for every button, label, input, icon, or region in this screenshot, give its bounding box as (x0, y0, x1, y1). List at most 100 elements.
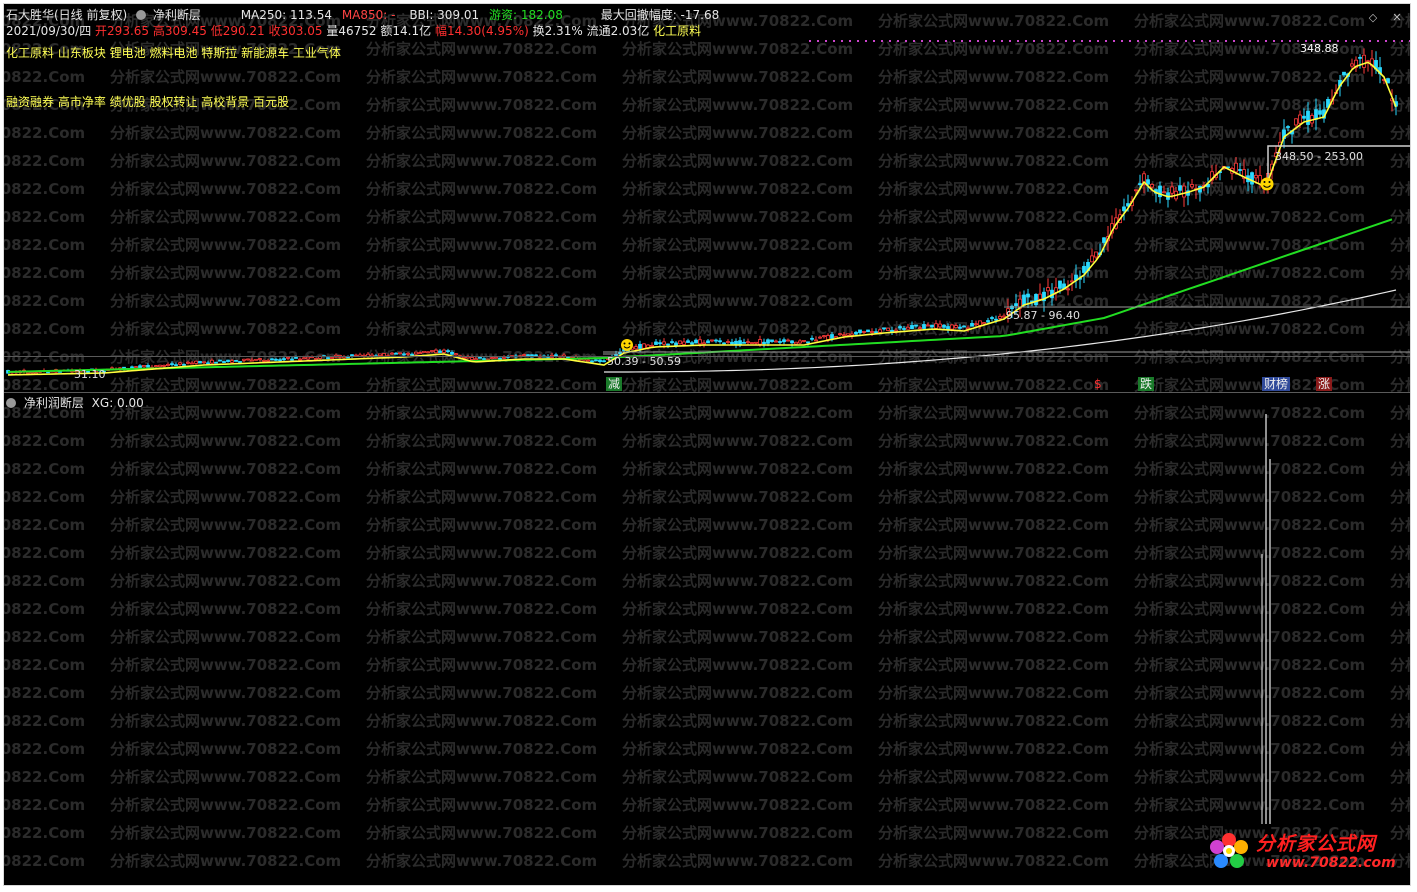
quote-volume: 量46752 (326, 24, 377, 38)
indicator-dropdown-icon-2[interactable] (6, 398, 16, 408)
quote-sector: 化工原料 (653, 24, 702, 38)
candle-body (778, 341, 782, 343)
candle-body (642, 343, 646, 349)
panel-divider (4, 392, 1410, 393)
candle-body (278, 359, 282, 362)
candle-body (718, 340, 722, 343)
chart-window[interactable]: 分析家公式网www.70822.Com分析家公式网www.70822.Com分析… (4, 4, 1410, 885)
quote-float: 流通2.03亿 (586, 24, 650, 38)
stock-title[interactable]: 石大胜华(日线 前复权) (6, 8, 127, 22)
ma-white-line (603, 289, 1397, 373)
candle-body (730, 341, 734, 345)
candle-body (186, 361, 190, 364)
candle-body (270, 358, 274, 361)
concepts-line-1: 化工原料 山东板块 锂电池 燃料电池 特斯拉 新能源车 工业气体 (6, 46, 341, 60)
candle-body (1358, 56, 1362, 59)
candle-body (774, 340, 778, 343)
candle-body (230, 360, 234, 363)
quote-close: 收303.05 (268, 24, 323, 38)
candle-body (462, 356, 466, 359)
candle-body (1306, 110, 1310, 125)
candle-body (1314, 109, 1318, 120)
candle-body (1022, 294, 1026, 306)
signal-zhang: 涨 (1316, 377, 1333, 391)
candle-body (650, 345, 654, 347)
site-logo: 分析家公式网 www.70822.com (1202, 825, 1402, 877)
chevron-left-icon[interactable]: ◇ (1366, 10, 1380, 24)
candle-body (222, 361, 226, 363)
candle-body (798, 340, 802, 344)
candle-body (298, 358, 302, 361)
candle-body (1034, 293, 1038, 306)
header-row: 石大胜华(日线 前复权) 净利断层 MA250: 113.54 MA850: -… (6, 7, 719, 23)
logo-url: www.70822.com (1266, 855, 1396, 871)
candle-body (1342, 71, 1346, 76)
price-chart[interactable]: 348.88 348.50 - 253.00 95.87 - 96.40 50.… (4, 4, 1410, 885)
indicator-dropdown-icon[interactable] (136, 10, 147, 20)
candle-body (1026, 293, 1030, 298)
candle-body (866, 329, 870, 333)
candle-body (142, 364, 146, 368)
candle-body (758, 339, 762, 345)
candle-body (202, 361, 206, 364)
candle-body (226, 359, 230, 362)
candle-body (1066, 288, 1070, 291)
candle-body (1182, 185, 1186, 198)
candle-body (766, 339, 770, 344)
candle-body (1122, 206, 1126, 212)
candle-body (154, 365, 158, 368)
candle-body (894, 329, 898, 332)
candle-body (1046, 287, 1050, 292)
candle-body (746, 341, 750, 344)
ma-green-line (7, 218, 1393, 373)
ma850-value: MA850: - (341, 8, 396, 22)
candle-body (886, 327, 890, 331)
indicator-title[interactable]: 净利润断层 (24, 396, 84, 410)
youzi-value: 游资: 182.08 (489, 8, 563, 22)
candle-body (314, 358, 318, 360)
candle-body (898, 326, 902, 329)
candle-body (1178, 185, 1182, 191)
window-controls: ◇ ✕ (1366, 10, 1404, 24)
candle-body (842, 334, 846, 337)
candle-body (854, 331, 858, 335)
candle-body (658, 342, 662, 345)
indicator-xg: XG: 0.00 (91, 396, 144, 410)
candle-body (586, 359, 590, 362)
candle-body (602, 360, 606, 363)
candle-body (1298, 114, 1302, 124)
candle-body (246, 358, 250, 361)
quote-high: 高309.45 (152, 24, 207, 38)
candle-body (926, 324, 930, 327)
candle-body (502, 356, 506, 359)
candle-body (242, 358, 246, 361)
close-icon[interactable]: ✕ (1390, 10, 1404, 24)
candle-body (198, 361, 202, 364)
signal-dollar: $ (1094, 377, 1102, 391)
candle-body (146, 364, 150, 368)
candle-body (670, 341, 674, 343)
candle-body (634, 346, 638, 350)
candle-body (698, 339, 702, 345)
gap-label-2: 95.87 - 96.40 (1006, 309, 1080, 322)
candle-body (710, 339, 714, 342)
candle-body (474, 358, 478, 361)
candle-body (1134, 189, 1138, 192)
candle-body (742, 341, 746, 344)
signal-bang: 财榜 (1262, 377, 1291, 391)
indicator-name[interactable]: 净利断层 (153, 8, 201, 22)
signal-die: 跌 (1138, 377, 1155, 391)
candle-body (738, 340, 742, 345)
candle-body (878, 329, 882, 333)
candle-body (1362, 54, 1366, 68)
candle-body (262, 359, 266, 362)
candle-body (294, 357, 298, 359)
candle-body (214, 361, 218, 364)
candle-body (250, 359, 254, 362)
candle-body (210, 359, 214, 364)
candle-body (1302, 115, 1306, 119)
candle-body (218, 359, 222, 362)
candle-body (850, 333, 854, 336)
candle-body (822, 335, 826, 338)
candle-body (706, 340, 710, 344)
